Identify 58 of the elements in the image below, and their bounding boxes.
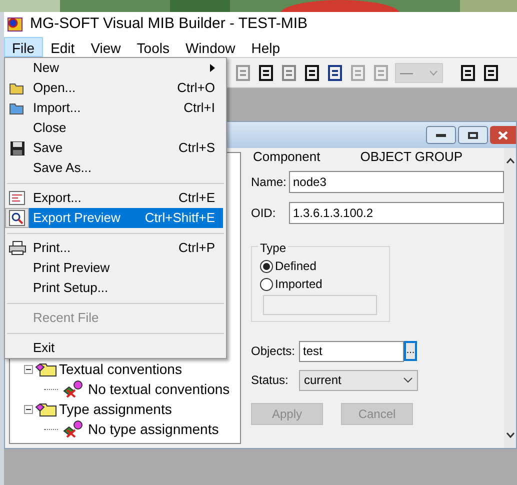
folder-icon [35, 361, 57, 377]
component-label: Component [253, 148, 320, 166]
chevron-up-icon [506, 158, 514, 164]
folder-icon [9, 101, 25, 115]
menu-option[interactable]: Import... Ctrl+I [29, 98, 223, 118]
oid-label: OID: [251, 204, 277, 222]
menu-item[interactable]: Window [177, 36, 244, 56]
empty-node-icon [62, 380, 84, 398]
chevron-down-icon [429, 70, 438, 76]
empty-node-icon [62, 420, 84, 438]
status-dropdown[interactable]: current [299, 370, 418, 390]
close-button[interactable] [490, 126, 516, 144]
collapse-button[interactable] [24, 364, 33, 374]
menu-option[interactable]: Export... Ctrl+E [29, 188, 223, 208]
menu-item[interactable]: View [82, 36, 129, 56]
tree-item[interactable]: No type assignments [88, 418, 219, 440]
name-label: Name: [251, 174, 288, 190]
folder-icon [35, 401, 57, 417]
menu-option[interactable]: Print... Ctrl+P [29, 238, 223, 258]
window-title: MG-SOFT Visual MIB Builder - TEST-MIB [30, 14, 308, 34]
maximize-button[interactable] [458, 126, 488, 144]
objects-field[interactable]: test [299, 340, 404, 362]
status-label: Status: [251, 372, 290, 389]
component-value: OBJECT GROUP [360, 148, 463, 166]
folder-icon [9, 81, 25, 95]
menu-option[interactable]: New [29, 58, 223, 78]
radio-option[interactable]: Imported [260, 275, 322, 293]
oid-field[interactable]: 1.3.6.1.3.100.2 [289, 202, 504, 224]
tree-item[interactable]: No textual conventions [88, 378, 230, 400]
menu-option[interactable]: Open... Ctrl+O [29, 78, 223, 98]
menu-option[interactable]: Export Preview Ctrl+Shitf+E [29, 208, 223, 228]
tree-item[interactable]: Type assignments [59, 398, 172, 420]
menu-option[interactable]: Save As... [29, 158, 223, 178]
menu-item[interactable]: Edit [42, 36, 83, 56]
chevron-down-icon [506, 432, 514, 438]
menu-option[interactable]: Print Setup... [29, 278, 223, 298]
radio-option[interactable]: Defined [260, 257, 316, 275]
browse-button[interactable]: ... [404, 341, 417, 361]
menu-item[interactable]: Help [243, 36, 288, 56]
imported-field[interactable] [263, 295, 377, 315]
minimize-button[interactable] [426, 126, 456, 144]
app-icon [6, 16, 24, 32]
name-field[interactable]: node3 [289, 170, 504, 192]
menu-option[interactable]: Save Ctrl+S [29, 138, 223, 158]
magnifier-icon [9, 210, 25, 226]
submenu-arrow-icon [210, 64, 215, 72]
objects-label: Objects: [251, 343, 296, 360]
close-icon [498, 130, 508, 140]
document-icon [9, 191, 25, 205]
menu-option[interactable]: Print Preview [29, 258, 223, 278]
menu-item[interactable]: Tools [128, 36, 178, 56]
scrollbar[interactable] [504, 148, 516, 448]
menu-item[interactable]: File [4, 36, 43, 56]
collapse-button[interactable] [24, 404, 33, 414]
menu-option[interactable]: Close [29, 118, 223, 138]
chevron-down-icon [403, 377, 413, 383]
menu-option[interactable]: Exit [29, 338, 223, 358]
tree-item[interactable]: Textual conventions [59, 358, 182, 380]
